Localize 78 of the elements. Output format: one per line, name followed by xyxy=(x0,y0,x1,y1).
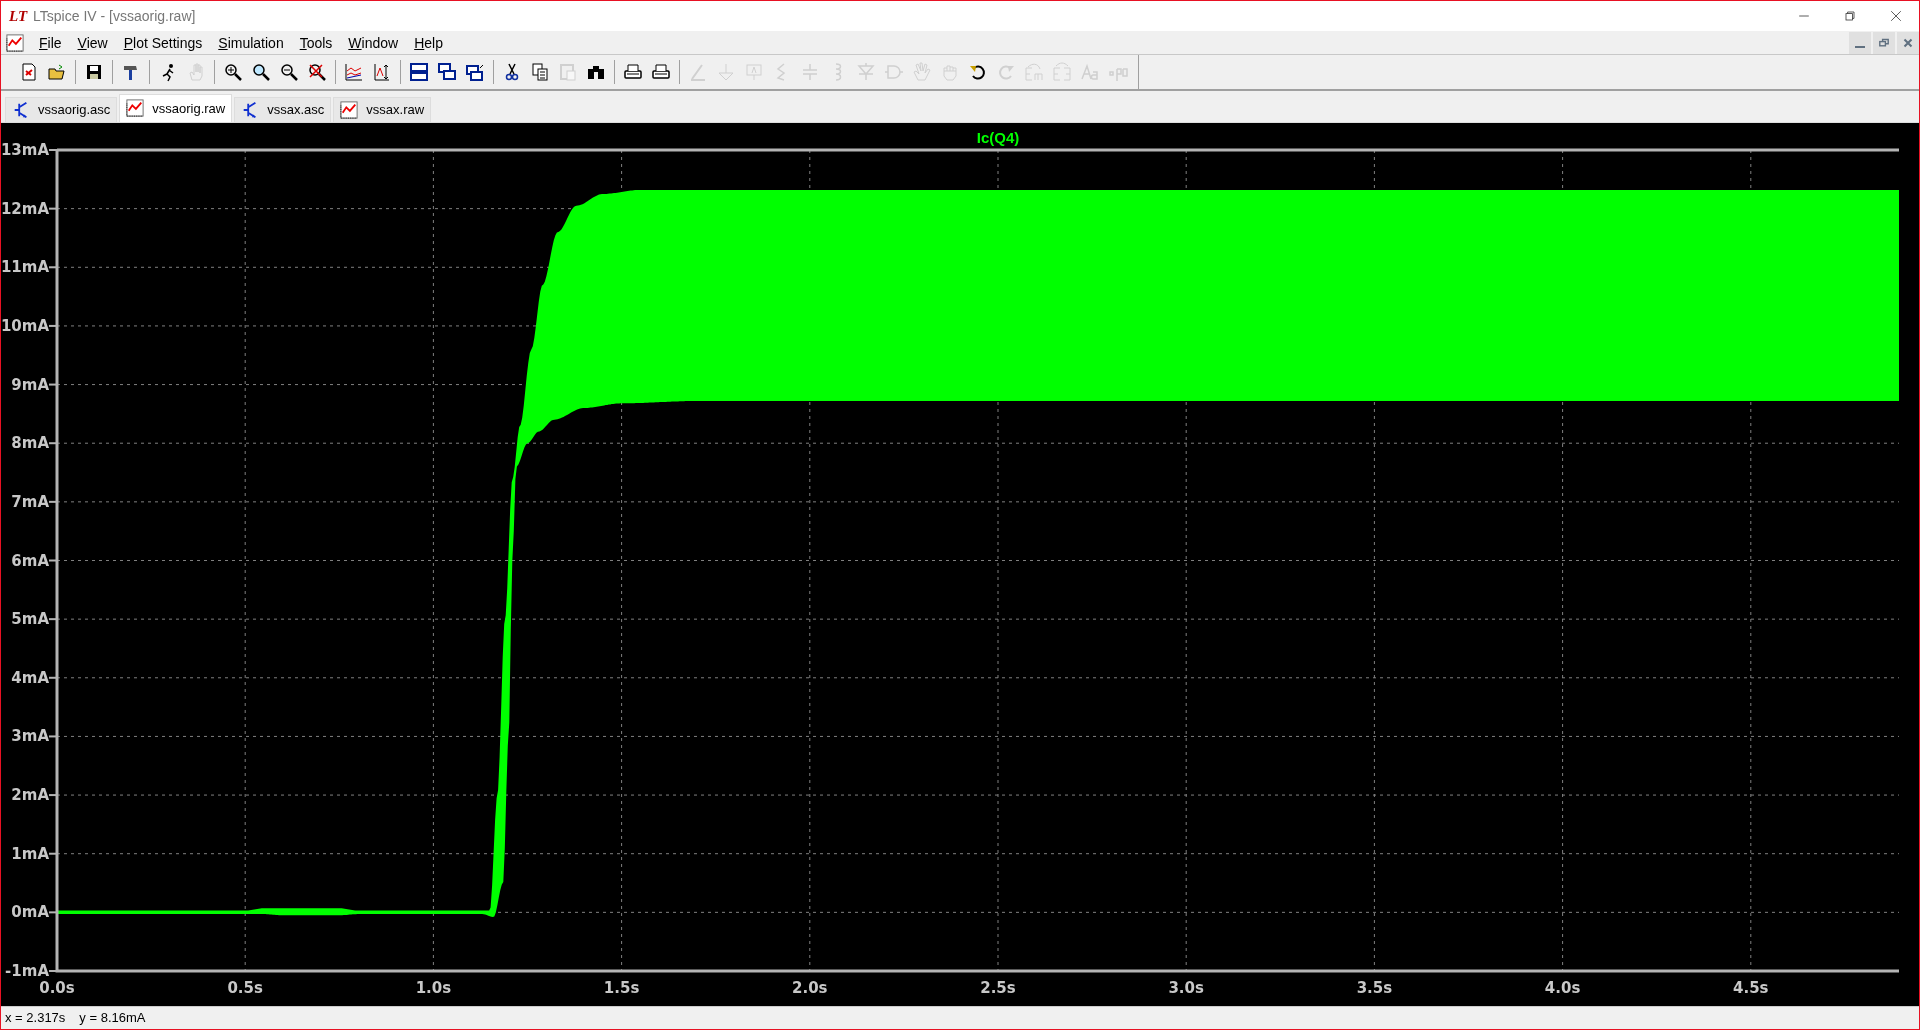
copy-icon[interactable] xyxy=(530,62,550,83)
menu-item[interactable]: Window xyxy=(340,32,407,53)
close-button[interactable] xyxy=(1897,31,1919,54)
tick-mark xyxy=(48,735,58,737)
waveform-icon[interactable] xyxy=(5,33,25,52)
tick-mark xyxy=(48,441,58,444)
tick-mark xyxy=(48,324,58,327)
tick-label: 4.0s xyxy=(1544,978,1581,997)
tick-label: 4.5s xyxy=(1733,978,1769,997)
file-tab[interactable]: vssaorig.raw xyxy=(119,93,233,122)
menu-item[interactable]: Plot Settings xyxy=(115,32,211,53)
tick-mark xyxy=(48,910,58,913)
waveform-icon xyxy=(340,100,359,119)
axis-arrows-icon[interactable] xyxy=(372,62,392,83)
window-title: LTspice IV - [vssaorig.raw] xyxy=(33,8,197,24)
menu-item[interactable]: Tools xyxy=(291,32,341,53)
tick-label: -1mA xyxy=(5,961,49,980)
tick-label: 0mA xyxy=(11,902,49,921)
tick-label: 1.0s xyxy=(415,978,452,997)
menu-item[interactable]: File xyxy=(31,32,70,53)
file-tab[interactable]: vssaorig.asc xyxy=(5,96,118,122)
tick-label: 4mA xyxy=(11,668,49,687)
transistor-symbol-icon xyxy=(12,100,30,119)
tick-mark xyxy=(48,852,58,855)
tick-mark xyxy=(48,500,58,503)
tick-label: 3mA xyxy=(11,727,49,745)
zoom-icon[interactable] xyxy=(251,62,271,83)
file-tab[interactable]: vssax.asc xyxy=(234,96,332,122)
tick-mark xyxy=(48,969,58,972)
tick-mark xyxy=(48,148,58,151)
zoom-out-icon[interactable] xyxy=(279,62,299,83)
tick-mark xyxy=(48,265,58,268)
tick-label: 7mA xyxy=(11,492,49,511)
open-folder-icon[interactable] xyxy=(47,62,67,83)
tick-label: 9mA xyxy=(11,375,49,394)
tick-label: 3.0s xyxy=(1168,978,1204,997)
tick-label: 2.0s xyxy=(792,978,828,997)
restore-icon[interactable] xyxy=(1842,8,1858,24)
menu-item[interactable]: Help xyxy=(406,32,451,53)
tick-label: 0.5s xyxy=(227,978,263,997)
tick-mark xyxy=(48,676,58,679)
minimize-button[interactable] xyxy=(1849,31,1871,54)
tick-mark xyxy=(48,559,58,562)
zoom-in-icon[interactable] xyxy=(223,62,243,83)
tick-label: 0.0s xyxy=(39,978,75,997)
tick-label: 2.5s xyxy=(980,978,1016,997)
tick-label: 6mA xyxy=(11,551,49,570)
tile-windows-icon[interactable] xyxy=(409,62,429,83)
cursor-x-reading: x = 2.317s xyxy=(5,1010,66,1026)
tick-mark xyxy=(48,617,58,620)
tick-label: 12mA xyxy=(1,199,49,218)
minimize-icon xyxy=(1855,45,1865,48)
new-file-icon[interactable] xyxy=(19,62,39,83)
cursor-y-reading: y = 8.16mA xyxy=(79,1010,146,1026)
menu-item[interactable]: View xyxy=(69,32,116,53)
tick-label: 10mA xyxy=(1,316,49,335)
tick-label: 5mA xyxy=(11,609,49,628)
zoom-cancel-icon[interactable] xyxy=(307,62,327,83)
tick-mark xyxy=(48,793,58,796)
tick-label: 11mA xyxy=(1,257,49,276)
file-tab[interactable]: vssax.raw xyxy=(333,96,432,122)
tick-label: 1.5s xyxy=(603,978,640,997)
waveform-icon xyxy=(126,99,145,118)
tick-label: 3.5s xyxy=(1356,978,1393,997)
stacked-windows-icon[interactable] xyxy=(465,62,485,83)
trace-label[interactable]: Ic(Q4) xyxy=(976,128,1020,146)
tick-label: 13mA xyxy=(1,140,49,159)
cascade-windows-icon[interactable] xyxy=(437,62,457,83)
tick-mark xyxy=(48,383,58,386)
restore-button[interactable] xyxy=(1873,31,1895,54)
close-icon[interactable] xyxy=(1888,8,1904,24)
app-logo: LT xyxy=(9,7,28,25)
waveform-grid-icon[interactable] xyxy=(344,62,364,83)
menu-item[interactable]: Simulation xyxy=(210,32,292,53)
tick-label: 2mA xyxy=(11,785,49,804)
tick-label: 8mA xyxy=(11,433,49,452)
tick-label: 1mA xyxy=(11,844,49,863)
tick-mark xyxy=(48,207,58,210)
